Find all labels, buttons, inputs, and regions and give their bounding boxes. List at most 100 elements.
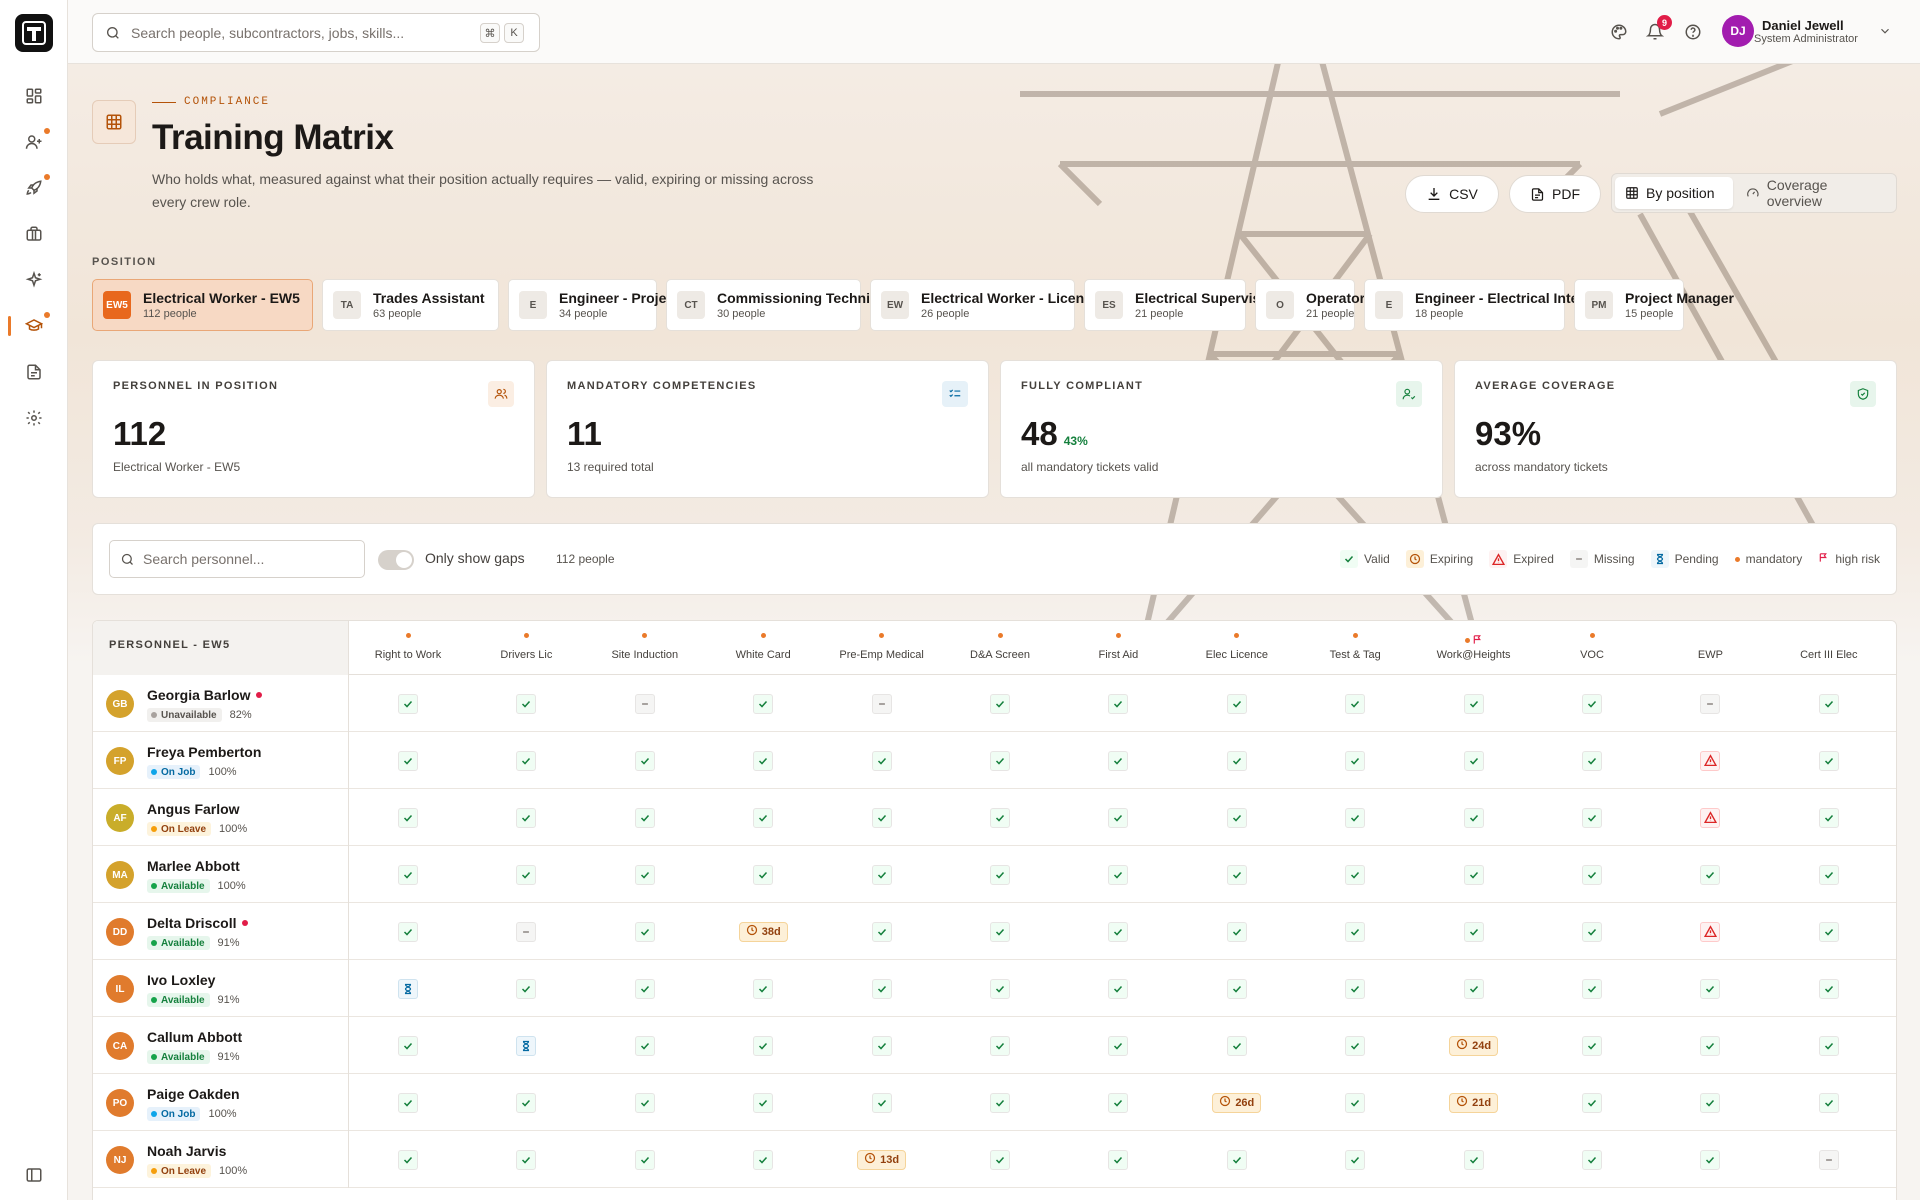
position-chip[interactable]: E Engineer - Electrical Intern 18 people [1364, 279, 1592, 331]
position-chip[interactable]: O Operator 21 people [1255, 279, 1365, 331]
matrix-cell[interactable] [586, 846, 704, 903]
matrix-cell[interactable] [1178, 903, 1296, 960]
matrix-cell[interactable] [941, 1131, 1059, 1188]
matrix-cell[interactable] [823, 732, 941, 789]
position-chip[interactable]: EW5 Electrical Worker - EW5 112 people [92, 279, 313, 331]
matrix-cell[interactable] [823, 1017, 941, 1074]
column-header[interactable]: Cert III Elec [1770, 621, 1888, 675]
matrix-cell[interactable] [823, 675, 941, 732]
personnel-cell[interactable]: DD Delta Driscoll Available 91% [93, 903, 349, 960]
matrix-cell[interactable] [1296, 1074, 1414, 1131]
personnel-cell[interactable]: IL Ivo Loxley Available 91% [93, 960, 349, 1017]
matrix-cell[interactable] [1059, 789, 1177, 846]
matrix-cell[interactable] [1296, 675, 1414, 732]
matrix-cell[interactable] [941, 675, 1059, 732]
matrix-cell[interactable] [823, 1074, 941, 1131]
rocket-icon[interactable] [22, 174, 50, 200]
matrix-cell[interactable] [1059, 1131, 1177, 1188]
briefcase-icon[interactable] [22, 222, 46, 246]
matrix-cell[interactable] [349, 1074, 467, 1131]
matrix-cell[interactable] [1059, 732, 1177, 789]
matrix-cell[interactable] [1178, 675, 1296, 732]
matrix-cell[interactable] [1651, 789, 1769, 846]
matrix-cell[interactable] [941, 846, 1059, 903]
matrix-cell[interactable] [1415, 789, 1533, 846]
matrix-cell[interactable] [704, 789, 822, 846]
matrix-cell[interactable] [586, 789, 704, 846]
personnel-cell[interactable]: PO Paige Oakden On Job 100% [93, 1074, 349, 1131]
matrix-cell[interactable] [1296, 846, 1414, 903]
position-chip[interactable]: EW Electrical Worker - Licenced 26 people [870, 279, 1108, 331]
personnel-search-input[interactable]: Search personnel... [109, 540, 365, 578]
matrix-cell[interactable] [941, 789, 1059, 846]
matrix-cell[interactable] [1533, 1074, 1651, 1131]
matrix-cell[interactable] [704, 1131, 822, 1188]
matrix-cell[interactable] [1296, 960, 1414, 1017]
matrix-cell[interactable] [467, 846, 585, 903]
column-header[interactable]: Test & Tag [1296, 621, 1414, 675]
matrix-cell[interactable] [1770, 732, 1888, 789]
matrix-cell[interactable] [349, 903, 467, 960]
matrix-cell[interactable] [1651, 1074, 1769, 1131]
matrix-cell[interactable] [1533, 789, 1651, 846]
matrix-cell[interactable] [1178, 1131, 1296, 1188]
matrix-cell[interactable] [1178, 846, 1296, 903]
document-icon[interactable] [22, 360, 46, 384]
matrix-cell[interactable] [586, 1131, 704, 1188]
column-header[interactable]: Work@Heights [1415, 621, 1533, 675]
global-search-input[interactable]: Search people, subcontractors, jobs, ski… [92, 13, 540, 52]
matrix-cell[interactable] [1415, 732, 1533, 789]
personnel-cell[interactable]: MA Marlee Abbott Available 100% [93, 846, 349, 903]
matrix-cell[interactable] [1651, 846, 1769, 903]
matrix-cell[interactable] [704, 846, 822, 903]
matrix-cell[interactable] [586, 732, 704, 789]
matrix-cell[interactable] [349, 1017, 467, 1074]
position-chip[interactable]: PM Project Manager 15 people [1574, 279, 1734, 331]
matrix-cell[interactable] [1178, 789, 1296, 846]
matrix-cell[interactable] [1770, 903, 1888, 960]
personnel-cell[interactable]: CA Callum Abbott Available 91% [93, 1017, 349, 1074]
matrix-cell[interactable] [1415, 846, 1533, 903]
matrix-cell[interactable] [467, 1017, 585, 1074]
export-csv-button[interactable]: CSV [1405, 175, 1499, 213]
matrix-cell[interactable]: 13d [823, 1131, 941, 1188]
export-pdf-button[interactable]: PDF [1509, 175, 1601, 213]
matrix-cell[interactable] [467, 1131, 585, 1188]
matrix-cell[interactable] [704, 1017, 822, 1074]
sparkle-icon[interactable] [22, 268, 46, 292]
matrix-cell[interactable] [941, 1074, 1059, 1131]
tab-by-position[interactable]: By position [1615, 177, 1733, 209]
matrix-cell[interactable] [1059, 1017, 1177, 1074]
column-header[interactable]: Site Induction [586, 621, 704, 675]
matrix-cell[interactable] [941, 1017, 1059, 1074]
dashboard-icon[interactable] [22, 84, 46, 108]
matrix-cell[interactable] [1415, 675, 1533, 732]
matrix-cell[interactable]: 38d [704, 903, 822, 960]
column-header[interactable]: First Aid [1059, 621, 1177, 675]
matrix-cell[interactable] [467, 789, 585, 846]
matrix-cell[interactable] [1651, 1017, 1769, 1074]
help-icon[interactable] [1682, 21, 1704, 43]
matrix-cell[interactable]: 26d [1178, 1074, 1296, 1131]
matrix-cell[interactable] [1533, 1131, 1651, 1188]
matrix-cell[interactable] [823, 846, 941, 903]
column-header[interactable]: Right to Work [349, 621, 467, 675]
matrix-cell[interactable] [349, 675, 467, 732]
matrix-cell[interactable] [1651, 732, 1769, 789]
palette-icon[interactable] [1608, 21, 1630, 43]
matrix-cell[interactable] [1059, 903, 1177, 960]
app-logo[interactable] [15, 14, 53, 52]
matrix-cell[interactable] [349, 846, 467, 903]
column-header[interactable]: Pre-Emp Medical [823, 621, 941, 675]
matrix-cell[interactable] [1533, 675, 1651, 732]
matrix-cell[interactable]: 24d [1415, 1017, 1533, 1074]
matrix-cell[interactable] [1178, 1017, 1296, 1074]
matrix-cell[interactable] [1770, 1131, 1888, 1188]
matrix-cell[interactable] [349, 789, 467, 846]
matrix-cell[interactable] [704, 675, 822, 732]
column-header[interactable]: D&A Screen [941, 621, 1059, 675]
people-icon[interactable] [22, 128, 50, 154]
matrix-cell[interactable] [467, 1074, 585, 1131]
matrix-cell[interactable] [1059, 960, 1177, 1017]
matrix-cell[interactable] [1415, 960, 1533, 1017]
